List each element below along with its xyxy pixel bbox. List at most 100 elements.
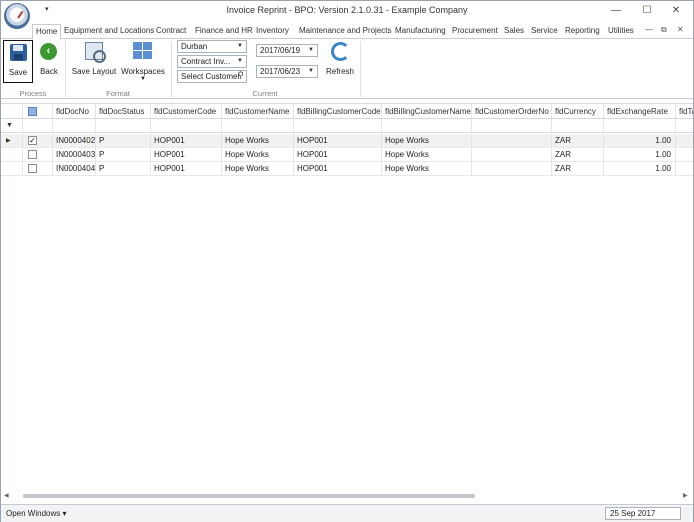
filter-cell[interactable] — [472, 119, 552, 132]
exchange-rate-cell[interactable]: 1.00 — [604, 134, 676, 147]
tab-equipment-and-locations[interactable]: Equipment and Locations — [64, 24, 154, 39]
filter-cell[interactable] — [151, 119, 222, 132]
doc-no-cell[interactable]: IN0000403 — [53, 148, 96, 161]
scroll-left-icon[interactable]: ◀ — [4, 492, 9, 499]
filter-cell[interactable] — [604, 119, 676, 132]
filter-cell[interactable] — [53, 119, 96, 132]
row-select-cell[interactable] — [23, 162, 53, 175]
table-row[interactable]: IN0000404 P HOP001 Hope Works HOP001 Hop… — [1, 162, 693, 176]
row-checkbox[interactable]: ✓ — [28, 136, 37, 145]
filter-cell[interactable] — [23, 119, 53, 132]
billing-customer-name-cell[interactable]: Hope Works — [382, 148, 472, 161]
column-header[interactable]: fldBillingCustomerName — [382, 104, 472, 118]
billing-customer-name-cell[interactable]: Hope Works — [382, 162, 472, 175]
maximize-button[interactable]: ☐ — [638, 4, 656, 18]
exchange-rate-cell[interactable]: 1.00 — [604, 148, 676, 161]
billing-customer-code-cell[interactable]: HOP001 — [294, 162, 382, 175]
customer-order-no-cell[interactable] — [472, 162, 552, 175]
date-to-picker[interactable]: 2017/06/23 ▼ — [256, 65, 318, 78]
scroll-right-icon[interactable]: ▶ — [683, 492, 688, 499]
ribbon: Save ‹ Back Process Save Layout Workspac… — [1, 39, 693, 99]
doc-no-cell[interactable]: IN0000402 — [53, 134, 96, 147]
filter-cell[interactable] — [552, 119, 604, 132]
app-logo-icon[interactable] — [4, 3, 30, 29]
customer-code-cell[interactable]: HOP001 — [151, 148, 222, 161]
tab-reporting[interactable]: Reporting — [565, 24, 600, 39]
tax-cell[interactable] — [676, 162, 693, 175]
row-checkbox[interactable] — [28, 150, 37, 159]
tax-cell[interactable] — [676, 134, 693, 147]
billing-customer-code-cell[interactable]: HOP001 — [294, 148, 382, 161]
table-row[interactable]: IN0000403 P HOP001 Hope Works HOP001 Hop… — [1, 148, 693, 162]
customer-code-cell[interactable]: HOP001 — [151, 162, 222, 175]
refresh-button[interactable]: Refresh — [324, 40, 356, 83]
doc-status-cell[interactable]: P — [96, 134, 151, 147]
table-row[interactable]: ▶ ✓ IN0000402 P HOP001 Hope Works HOP001… — [1, 134, 693, 148]
billing-customer-code-cell[interactable]: HOP001 — [294, 134, 382, 147]
column-header[interactable]: fldDocStatus — [96, 104, 151, 118]
column-header[interactable]: fldCurrency — [552, 104, 604, 118]
document-type-dropdown[interactable]: Contract Inv... ▼ — [177, 55, 247, 68]
doc-no-cell[interactable]: IN0000404 — [53, 162, 96, 175]
select-all-checkbox[interactable] — [28, 107, 37, 116]
filter-cell[interactable] — [222, 119, 294, 132]
tab-procurement[interactable]: Procurement — [452, 24, 498, 39]
row-select-cell[interactable] — [23, 148, 53, 161]
customer-name-cell[interactable]: Hope Works — [222, 148, 294, 161]
tax-cell[interactable] — [676, 148, 693, 161]
close-button[interactable]: ✕ — [667, 4, 685, 18]
horizontal-scrollbar[interactable]: ◀ ▶ — [1, 491, 693, 501]
customer-order-no-cell[interactable] — [472, 134, 552, 147]
column-header[interactable]: fldCustomerName — [222, 104, 294, 118]
header-select-all-cell[interactable] — [23, 104, 53, 118]
currency-cell[interactable]: ZAR — [552, 148, 604, 161]
column-header[interactable]: fldDocNo — [53, 104, 96, 118]
filter-cell[interactable] — [294, 119, 382, 132]
column-header[interactable]: fldCustomerCode — [151, 104, 222, 118]
tab-contract[interactable]: Contract — [156, 24, 186, 39]
site-dropdown[interactable]: Durban ▼ — [177, 40, 247, 53]
chevron-down-icon: ▼ — [237, 43, 243, 49]
exchange-rate-cell[interactable]: 1.00 — [604, 162, 676, 175]
workspaces-button[interactable]: Workspaces ▼ — [121, 40, 165, 90]
customer-name-cell[interactable]: Hope Works — [222, 134, 294, 147]
ribbon-close-icon[interactable]: ✕ — [677, 25, 684, 34]
customer-code-cell[interactable]: HOP001 — [151, 134, 222, 147]
group-divider — [360, 41, 361, 97]
row-checkbox[interactable] — [28, 164, 37, 173]
tab-home[interactable]: Home — [32, 24, 62, 40]
open-windows-button[interactable]: Open Windows ▾ — [6, 509, 66, 518]
save-layout-button[interactable]: Save Layout — [71, 40, 117, 83]
tab-manufacturing[interactable]: Manufacturing — [395, 24, 446, 39]
scrollbar-thumb[interactable] — [23, 494, 475, 498]
tab-maintenance-and-projects[interactable]: Maintenance and Projects — [299, 24, 392, 39]
grid-header-row: fldDocNo fldDocStatus fldCustomerCode fl… — [1, 103, 693, 119]
save-button[interactable]: Save — [3, 40, 33, 83]
grid-filter-row[interactable]: ▼ — [1, 119, 693, 133]
doc-status-cell[interactable]: P — [96, 148, 151, 161]
minimize-button[interactable]: — — [607, 4, 625, 18]
filter-cell[interactable] — [382, 119, 472, 132]
currency-cell[interactable]: ZAR — [552, 162, 604, 175]
customer-name-cell[interactable]: Hope Works — [222, 162, 294, 175]
tab-inventory[interactable]: Inventory — [256, 24, 289, 39]
column-header[interactable]: fldCustomerOrderNo — [472, 104, 552, 118]
row-select-cell[interactable]: ✓ — [23, 134, 53, 147]
filter-cell[interactable] — [96, 119, 151, 132]
customer-order-no-cell[interactable] — [472, 148, 552, 161]
back-button[interactable]: ‹ Back — [37, 40, 61, 83]
tab-finance-and-hr[interactable]: Finance and HR — [195, 24, 253, 39]
column-header[interactable]: fldExchangeRate — [604, 104, 676, 118]
ribbon-restore-icon[interactable]: ⧉ — [661, 25, 667, 35]
billing-customer-name-cell[interactable]: Hope Works — [382, 134, 472, 147]
customer-search-field[interactable]: Select Customer ⚲ — [177, 70, 247, 83]
currency-cell[interactable]: ZAR — [552, 134, 604, 147]
tab-utilities[interactable]: Utilities — [608, 24, 634, 39]
tab-service[interactable]: Service — [531, 24, 558, 39]
column-header[interactable]: fldBillingCustomerCode — [294, 104, 382, 118]
tab-sales[interactable]: Sales — [504, 24, 524, 39]
date-from-picker[interactable]: 2017/06/19 ▼ — [256, 44, 318, 57]
column-header[interactable]: fldTa — [676, 104, 693, 118]
doc-status-cell[interactable]: P — [96, 162, 151, 175]
ribbon-minimize-icon[interactable]: — — [645, 25, 653, 34]
